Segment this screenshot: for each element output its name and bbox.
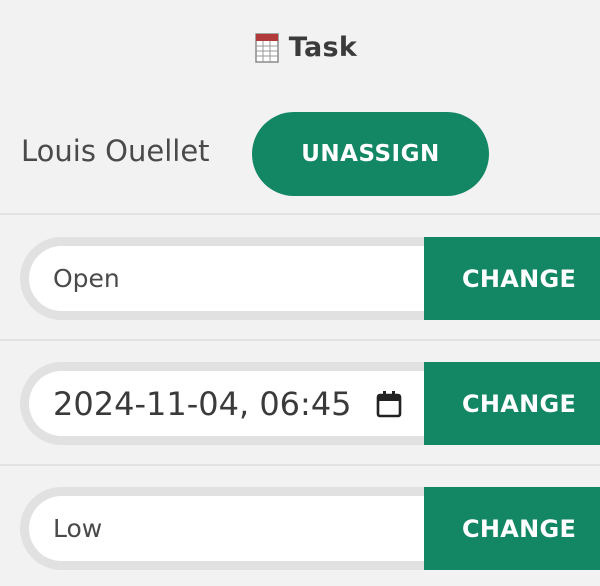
priority-value: Low: [53, 514, 103, 543]
due-date-row: 2024-11-04, 06:45 CHANGE: [0, 362, 600, 445]
divider: [0, 339, 600, 341]
due-date-value: 2024-11-04, 06:45: [53, 384, 352, 423]
change-status-button[interactable]: CHANGE: [424, 237, 600, 320]
due-date-field[interactable]: 2024-11-04, 06:45: [20, 362, 424, 445]
status-field[interactable]: Open: [20, 237, 424, 320]
panel-title: Task: [288, 32, 358, 63]
assignee-row: Louis Ouellet UNASSIGN: [0, 112, 600, 196]
divider: [0, 464, 600, 466]
calendar-icon[interactable]: [376, 390, 402, 418]
change-due-date-button[interactable]: CHANGE: [424, 362, 600, 445]
status-value: Open: [53, 264, 120, 293]
change-priority-button[interactable]: CHANGE: [424, 487, 600, 570]
assignee-name: Louis Ouellet: [21, 134, 210, 168]
status-row: Open CHANGE: [0, 237, 600, 320]
priority-field[interactable]: Low: [20, 487, 424, 570]
task-panel: Task Louis Ouellet UNASSIGN Open CHANGE …: [0, 0, 600, 586]
header-title-group: Task: [255, 32, 357, 63]
divider: [0, 213, 600, 215]
panel-header: Task: [0, 0, 600, 95]
unassign-button[interactable]: UNASSIGN: [252, 112, 489, 196]
priority-row: Low CHANGE: [0, 487, 600, 570]
task-sheet-icon: [255, 32, 279, 63]
